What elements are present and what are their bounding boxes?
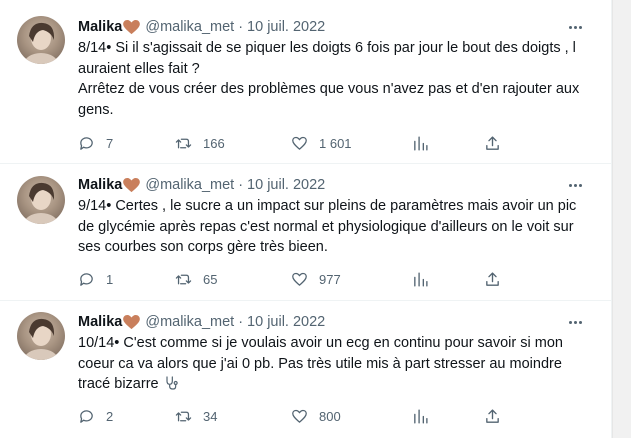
tweet-header: Malika @malika_met · 10 juil. 2022: [78, 175, 325, 195]
reply-button[interactable]: 1: [78, 269, 113, 289]
dot-separator: ·: [238, 314, 244, 330]
scrollbar[interactable]: [612, 0, 631, 438]
like-count: 1 601: [319, 135, 352, 151]
retweet-icon: [175, 274, 192, 284]
avatar[interactable]: [17, 16, 65, 64]
views-icon: [414, 271, 428, 287]
tweet-text: 9/14• Certes , le sucre a un impact sur …: [78, 198, 577, 255]
author-handle[interactable]: @malika_met: [145, 19, 234, 35]
share-button[interactable]: [484, 406, 501, 426]
tweet-header: Malika @malika_met · 10 juil. 2022: [78, 17, 325, 37]
share-icon: [486, 135, 499, 150]
views-button[interactable]: [412, 133, 429, 153]
tweet-text: 8/14• Si il s'agissait de se piquer les …: [78, 40, 580, 118]
reply-count: 2: [106, 408, 114, 424]
like-icon: [292, 136, 307, 150]
retweet-count: 65: [203, 271, 218, 287]
like-button[interactable]: 977: [291, 269, 341, 289]
stethoscope-icon: [166, 376, 178, 390]
tweet-thread: Malika @malika_met · 10 juil. 2022 8/14•…: [0, 0, 612, 438]
author-name[interactable]: Malika: [78, 314, 122, 330]
more-options-icon[interactable]: [565, 312, 585, 332]
tweet[interactable]: Malika @malika_met · 10 juil. 2022 8/14•…: [0, 0, 612, 164]
retweet-button[interactable]: 65: [175, 269, 217, 289]
tweet-header: Malika @malika_met · 10 juil. 2022: [78, 312, 325, 332]
more-options-icon[interactable]: [565, 175, 585, 195]
retweet-icon: [175, 138, 192, 148]
like-button[interactable]: 800: [291, 406, 341, 426]
retweet-count: 34: [203, 408, 218, 424]
more-options-icon[interactable]: [565, 17, 585, 37]
like-icon: [292, 272, 307, 286]
brown-heart-icon: [123, 177, 141, 192]
views-icon: [414, 135, 428, 151]
like-count: 977: [319, 271, 341, 287]
author-handle[interactable]: @malika_met: [145, 314, 234, 330]
like-button[interactable]: 1 601: [291, 133, 352, 153]
views-button[interactable]: [412, 406, 429, 426]
retweet-count: 166: [203, 135, 225, 151]
reply-icon: [80, 409, 93, 423]
reply-count: 7: [106, 135, 114, 151]
views-icon: [414, 408, 428, 424]
tweet-actions: 1 65 977: [78, 269, 508, 289]
tweet-text-block: 10/14• C'est comme si je voulais avoir u…: [78, 333, 588, 395]
avatar[interactable]: [17, 312, 65, 360]
like-icon: [292, 409, 307, 423]
retweet-button[interactable]: 34: [175, 406, 217, 426]
reply-icon: [80, 272, 93, 286]
brown-heart-icon: [123, 314, 141, 329]
reply-button[interactable]: 7: [78, 133, 113, 153]
tweet-date[interactable]: 10 juil. 2022: [247, 177, 325, 193]
reply-count: 1: [106, 271, 114, 287]
retweet-icon: [175, 411, 192, 421]
avatar[interactable]: [17, 176, 65, 224]
tweet-text: 10/14• C'est comme si je voulais avoir u…: [78, 335, 563, 392]
share-button[interactable]: [484, 269, 501, 289]
brown-heart-icon: [123, 19, 141, 34]
like-count: 800: [319, 408, 341, 424]
author-name[interactable]: Malika: [78, 177, 122, 193]
dot-separator: ·: [238, 177, 244, 193]
dot-separator: ·: [238, 19, 244, 35]
tweet[interactable]: Malika @malika_met · 10 juil. 2022 9/14•…: [0, 164, 612, 301]
share-button[interactable]: [484, 133, 501, 153]
author-handle[interactable]: @malika_met: [145, 177, 234, 193]
reply-icon: [80, 136, 93, 150]
tweet-date[interactable]: 10 juil. 2022: [247, 314, 325, 330]
tweet-actions: 2 34 800: [78, 406, 508, 426]
share-icon: [486, 271, 499, 286]
tweet-actions: 7 166 1 601: [78, 133, 508, 153]
tweet-date[interactable]: 10 juil. 2022: [247, 19, 325, 35]
retweet-button[interactable]: 166: [175, 133, 225, 153]
reply-button[interactable]: 2: [78, 406, 113, 426]
share-icon: [486, 408, 499, 423]
tweet[interactable]: Malika @malika_met · 10 juil. 2022 10/14…: [0, 301, 612, 438]
author-name[interactable]: Malika: [78, 19, 122, 35]
views-button[interactable]: [412, 269, 429, 289]
